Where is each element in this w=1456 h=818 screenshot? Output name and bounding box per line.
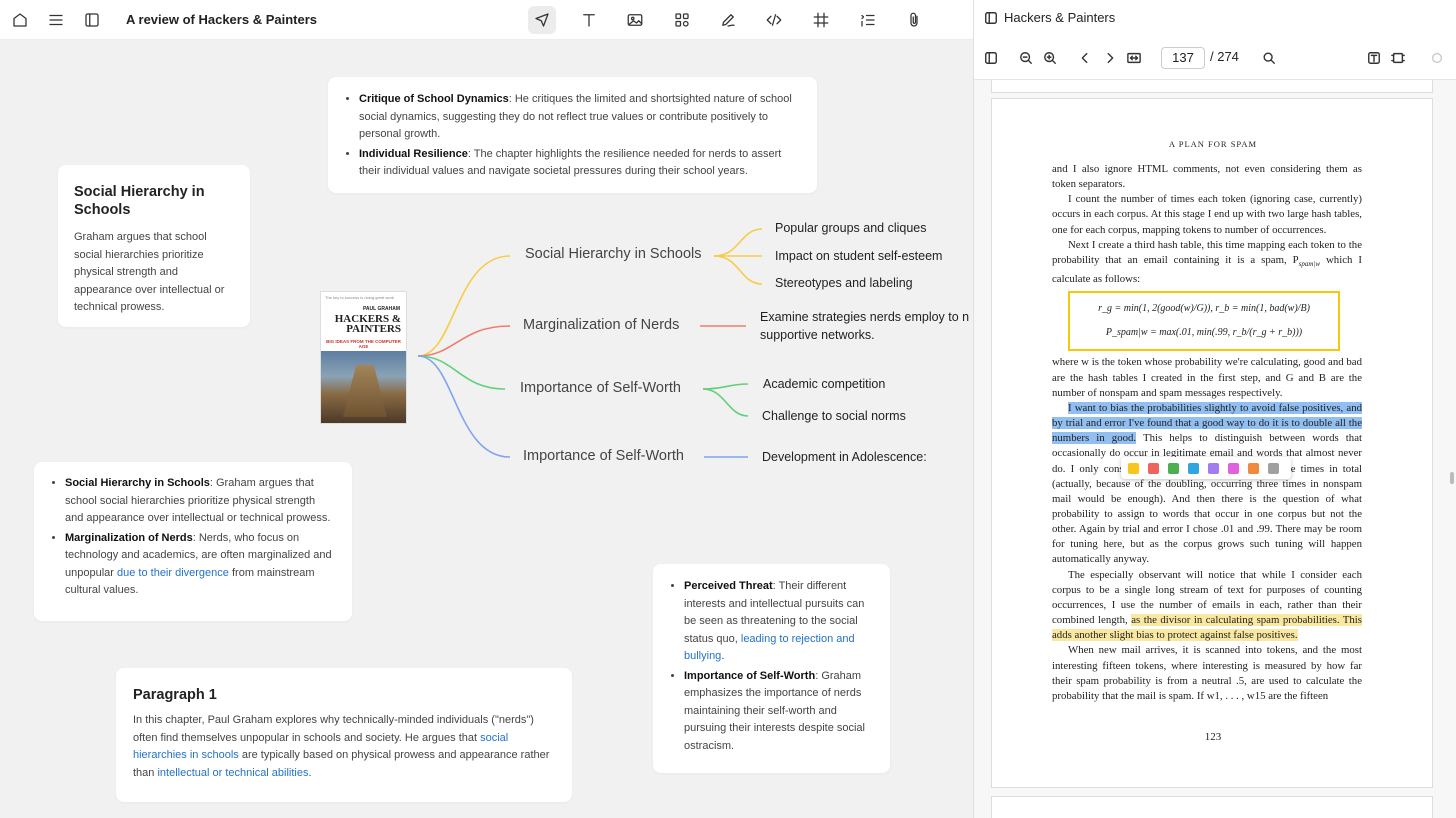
top-toolbar: A review of Hackers & Painters: [0, 0, 973, 40]
reader-toolbar: 137 / 274: [974, 36, 1456, 80]
paragraph-note-card[interactable]: Paragraph 1 In this chapter, Paul Graham…: [116, 668, 572, 802]
inline-link[interactable]: intellectual or technical abilities: [157, 767, 308, 779]
mindmap-leaf[interactable]: Challenge to social norms: [762, 409, 906, 423]
left-note-card[interactable]: Social Hierarchy in Schools: Graham argu…: [34, 462, 352, 621]
running-head: A PLAN FOR SPAM: [1168, 139, 1258, 149]
pdf-reader-panel: Hackers & Painters 137 / 274 A PLAN FOR …: [974, 0, 1456, 818]
color-swatch[interactable]: [1168, 462, 1179, 474]
next-page-icon[interactable]: [1102, 50, 1118, 66]
mindmap-leaf[interactable]: Examine strategies nerds employ to n: [760, 310, 969, 324]
reader-header: Hackers & Painters: [974, 0, 1456, 36]
formula-box[interactable]: r_g = min(1, 2(good(w)/G)), r_b = min(1,…: [1068, 291, 1340, 352]
mindmap-node[interactable]: Importance of Self-Worth: [523, 448, 684, 464]
list-item: Perceived Threat: Their different intere…: [684, 578, 878, 666]
pdf-paragraph: where w is the token whose probability w…: [1052, 356, 1362, 399]
book-cover-image[interactable]: The key to success is doing great work P…: [320, 291, 407, 424]
color-swatch[interactable]: [1148, 462, 1159, 474]
whiteboard-canvas[interactable]: Critique of School Dynamics: He critique…: [0, 40, 973, 818]
list-item: Marginalization of Nerds: Nerds, who foc…: [65, 530, 336, 600]
mindmap-node[interactable]: Importance of Self-Worth: [520, 380, 681, 396]
color-swatch[interactable]: [1208, 462, 1219, 474]
area-select-icon[interactable]: [1390, 50, 1406, 66]
list-item: Social Hierarchy in Schools: Graham argu…: [65, 475, 336, 528]
next-pdf-page: [991, 796, 1433, 818]
frame-icon[interactable]: [809, 8, 833, 32]
mindmap-node[interactable]: Marginalization of Nerds: [523, 317, 679, 333]
color-swatch[interactable]: [1128, 462, 1139, 474]
zoom-in-icon[interactable]: [1042, 50, 1058, 66]
thumbnails-icon[interactable]: [983, 50, 999, 66]
mindmap-leaf[interactable]: Popular groups and cliques: [775, 221, 927, 235]
mindmap-leaf[interactable]: supportive networks.: [760, 328, 875, 342]
highlight-color-picker: [1121, 457, 1291, 479]
home-icon[interactable]: [8, 8, 32, 32]
pdf-page[interactable]: A PLAN FOR SPAM and I also ignore HTML c…: [991, 98, 1433, 788]
scrollbar-thumb[interactable]: [1450, 472, 1454, 484]
inline-link[interactable]: due to their divergence: [117, 567, 229, 579]
list-item: Importance of Self-Worth: Graham emphasi…: [684, 668, 878, 756]
mindmap-leaf[interactable]: Academic competition: [763, 377, 885, 391]
page-number-input[interactable]: 137: [1161, 47, 1205, 69]
shapes-icon[interactable]: [670, 8, 694, 32]
pointer-icon[interactable]: [528, 6, 556, 34]
zoom-out-icon[interactable]: [1018, 50, 1034, 66]
code-icon[interactable]: [762, 8, 786, 32]
previous-pdf-page: [991, 80, 1433, 93]
outline-icon[interactable]: [856, 8, 880, 32]
pen-icon[interactable]: [716, 8, 740, 32]
mindmap-node[interactable]: Social Hierarchy in Schools: [525, 246, 702, 262]
color-swatch[interactable]: [1188, 462, 1199, 474]
pdf-text-body[interactable]: and I also ignore HTML comments, not eve…: [1052, 162, 1362, 704]
document-title: A review of Hackers & Painters: [126, 12, 317, 27]
previous-page-icon[interactable]: [1077, 50, 1093, 66]
color-swatch[interactable]: [1268, 462, 1279, 474]
card-body: In this chapter, Paul Graham explores wh…: [133, 714, 550, 779]
mindmap-leaf[interactable]: Stereotypes and labeling: [775, 276, 913, 290]
reader-title: Hackers & Painters: [1004, 10, 1116, 25]
menu-icon[interactable]: [44, 8, 68, 32]
text-select-icon[interactable]: [1366, 50, 1382, 66]
pdf-paragraph: The especially observant will notice tha…: [1052, 568, 1362, 642]
pdf-paragraph: I want to bias the probabilities slightl…: [1052, 401, 1362, 566]
pdf-paragraph: Next I create a third hash table, this t…: [1052, 238, 1362, 286]
fit-width-icon[interactable]: [1126, 50, 1142, 66]
page-footer-number: 123: [1204, 731, 1222, 743]
formula-line: r_g = min(1, 2(good(w)/G)), r_b = min(1,…: [1098, 303, 1310, 315]
attachment-icon[interactable]: [902, 8, 926, 32]
search-icon[interactable]: [1261, 50, 1277, 66]
more-icon[interactable]: [1429, 50, 1445, 66]
page-total: / 274: [1210, 49, 1239, 64]
right-note-card[interactable]: Perceived Threat: Their different intere…: [653, 564, 890, 773]
formula-line: P_spam|w = max(.01, min(.99, r_b/(r_g + …: [1105, 327, 1303, 339]
mindmap-leaf[interactable]: Impact on student self-esteem: [775, 249, 942, 263]
pdf-paragraph: When new mail arrives, it is scanned int…: [1052, 644, 1362, 702]
panel-toggle-icon[interactable]: [983, 10, 999, 26]
color-swatch[interactable]: [1228, 462, 1239, 474]
pdf-paragraph: I count the number of times each token (…: [1052, 193, 1362, 236]
color-swatch[interactable]: [1248, 462, 1259, 474]
pdf-paragraph: and I also ignore HTML comments, not eve…: [1052, 163, 1362, 191]
image-icon[interactable]: [623, 8, 647, 32]
text-icon[interactable]: [577, 8, 601, 32]
sidebar-icon[interactable]: [80, 8, 104, 32]
card-title: Paragraph 1: [133, 687, 217, 703]
mindmap-leaf[interactable]: Development in Adolescence:: [762, 450, 927, 464]
